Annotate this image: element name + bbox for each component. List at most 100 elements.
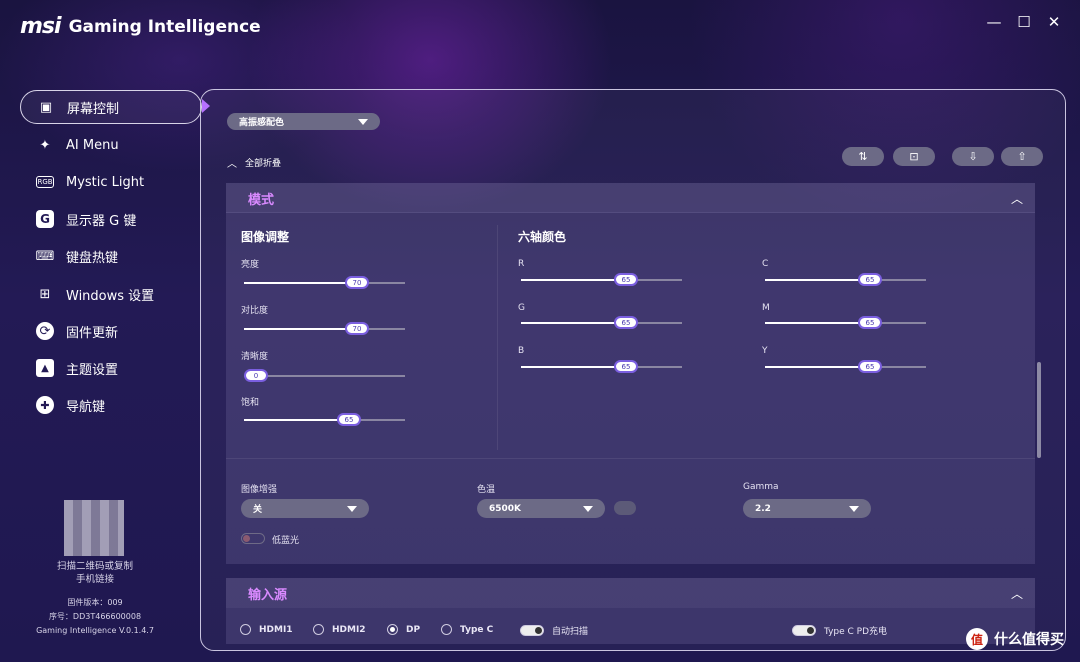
chevron-up-icon[interactable]: ︿ [1011,585,1023,602]
qr-code [64,500,124,556]
source-hdmi1[interactable]: HDMI1 [240,624,293,635]
mode-section-header[interactable]: 模式 ︿ [226,183,1035,213]
input-section-header[interactable]: 输入源 ︿ [226,578,1035,608]
sort-button[interactable]: ⇅ [842,147,884,166]
app-version: Gaming Intelligence V.0.1.4.7 [36,626,154,635]
slider-fill [244,328,357,330]
sidebar-item-label: 显示器 G 键 [66,213,137,229]
watermark-text: 什么值得买 [994,632,1064,648]
sidebar-item-g-key[interactable]: G 显示器 G 键 [20,202,202,236]
sidebar-item-firmware-update[interactable]: ⟳ 固件更新 [20,314,202,348]
watermark: 值 什么值得买 [966,628,1064,650]
collapse-all-label: 全部折叠 [245,159,282,169]
slider-handle[interactable]: 70 [345,276,369,289]
chevron-down-icon [849,505,859,512]
download-icon: ⇩ [968,150,978,163]
image-enhance-select[interactable]: 关 [241,499,369,518]
blue-slider[interactable]: 65 [521,360,682,373]
sidebar-item-label: 导航键 [66,399,106,415]
profile-select[interactable]: 高振感配色 [227,113,380,130]
radio-button[interactable] [313,624,324,635]
monitor-icon: ▣ [39,99,53,115]
gamma-select[interactable]: 2.2 [743,499,871,518]
saturation-slider[interactable]: 65 [244,413,405,426]
sharpness-slider[interactable]: 0 [244,369,405,382]
slider-handle[interactable]: 65 [858,273,882,286]
input-section-title: 输入源 [248,587,288,603]
magenta-slider[interactable]: 65 [765,316,926,329]
slider-handle[interactable]: 65 [614,273,638,286]
yellow-label: Y [762,346,768,356]
sidebar-item-theme-settings[interactable]: ▲ 主题设置 [20,351,202,385]
divider [226,458,1035,459]
source-dp[interactable]: DP [387,624,420,635]
slider-fill [244,282,357,284]
chevron-up-icon[interactable]: ︿ [1011,190,1023,207]
typec-pd-label: Type C PD充电 [824,627,888,637]
auto-scan-label: 自动扫描 [552,627,589,637]
color-temp-label: 色温 [477,485,496,495]
slider-fill [521,322,626,324]
collapse-all-button[interactable]: ︿ 全部折叠 [227,155,281,170]
slider-handle[interactable]: 65 [614,316,638,329]
sidebar-item-navigation-key[interactable]: ✚ 导航键 [20,388,202,422]
navigation-icon: ✚ [36,396,54,414]
gamma-label: Gamma [743,482,779,492]
sidebar-item-label: 键盘热键 [66,250,119,266]
slider-fill [765,279,870,281]
keyboard-icon: ⌨ [35,248,55,264]
maximize-icon[interactable]: ☐ [1016,13,1032,31]
sidebar-item-label: Windows 设置 [66,288,155,304]
color-temp-custom-button[interactable] [614,501,636,515]
typec-pd-setting: Type C PD充电 [792,624,887,637]
source-label: HDMI2 [332,624,366,635]
slider-handle[interactable]: 65 [858,316,882,329]
slider-handle[interactable]: 0 [244,369,268,382]
sidebar-item-label: Mystic Light [66,174,145,190]
scrollbar[interactable] [1037,362,1041,458]
qr-caption-2: 手机链接 [75,574,114,585]
radio-button[interactable] [387,624,398,635]
chevron-up-icon: ︿ [227,159,237,170]
cyan-slider[interactable]: 65 [765,273,926,286]
slider-handle[interactable]: 70 [345,322,369,335]
color-temp-select[interactable]: 6500K [477,499,605,518]
auto-scan-toggle[interactable] [520,625,544,636]
close-icon[interactable]: ✕ [1046,13,1062,31]
radio-button[interactable] [441,624,452,635]
brightness-slider[interactable]: 70 [244,276,405,289]
rgb-icon: RGB [36,176,54,188]
sidebar-item-screen-control[interactable]: ▣ 屏幕控制 [20,90,202,124]
theme-icon: ▲ [36,359,54,377]
slider-handle[interactable]: 65 [858,360,882,373]
firmware-icon: ⟳ [36,322,54,340]
red-label: R [518,259,525,269]
low-blue-light-toggle[interactable] [241,533,265,544]
firmware-version: 固件版本：009 [67,598,123,607]
sidebar-item-keyboard-hotkey[interactable]: ⌨ 键盘热键 [20,239,202,273]
contrast-slider[interactable]: 70 [244,322,405,335]
yellow-slider[interactable]: 65 [765,360,926,373]
sidebar-item-ai-menu[interactable]: ✦ AI Menu [20,128,202,162]
green-slider[interactable]: 65 [521,316,682,329]
slider-handle[interactable]: 65 [614,360,638,373]
sidebar-item-windows-settings[interactable]: ⊞ Windows 设置 [20,277,202,311]
red-slider[interactable]: 65 [521,273,682,286]
screenshot-button[interactable]: ⊡ [893,147,935,166]
source-typec[interactable]: Type C [441,624,493,635]
sidebar-item-mystic-light[interactable]: RGB Mystic Light [20,165,202,199]
cyan-label: C [762,259,769,269]
radio-button[interactable] [240,624,251,635]
minimize-icon[interactable]: — [986,13,1002,31]
watermark-badge: 值 [966,628,988,650]
blue-label: B [518,346,525,356]
source-label: HDMI1 [259,624,293,635]
image-enhance-label: 图像增强 [241,485,278,495]
export-button[interactable]: ⇧ [1001,147,1043,166]
profile-select-value: 高振感配色 [239,118,285,128]
source-hdmi2[interactable]: HDMI2 [313,624,366,635]
typec-pd-toggle[interactable] [792,625,816,636]
serial-number: 序号：DD3T466600008 [48,612,142,621]
import-button[interactable]: ⇩ [952,147,994,166]
slider-handle[interactable]: 65 [337,413,361,426]
